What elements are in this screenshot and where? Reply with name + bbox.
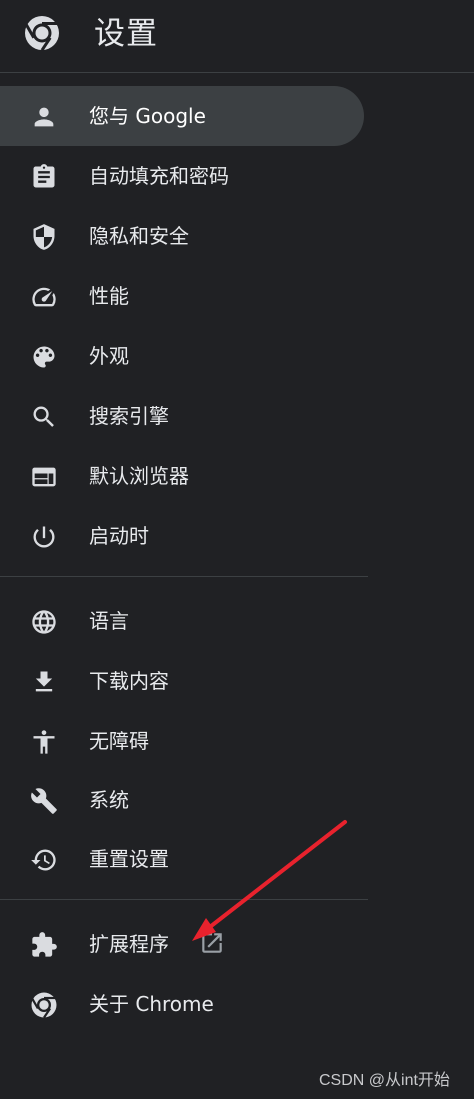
sidebar-item-label: 关于 Chrome	[89, 992, 214, 1016]
sidebar-item-label: 外观	[89, 344, 129, 368]
sidebar-item-label: 性能	[89, 284, 129, 308]
search-icon	[30, 403, 58, 431]
sidebar-item-extensions[interactable]: 扩展程序	[0, 914, 364, 974]
sidebar-item-label: 您与 Google	[89, 104, 206, 128]
power-icon	[30, 523, 58, 551]
sidebar-item-appearance[interactable]: 外观	[0, 326, 364, 386]
nav-divider	[0, 576, 368, 577]
download-icon	[30, 668, 58, 696]
clipboard-icon	[30, 163, 58, 191]
speedometer-icon	[30, 283, 58, 311]
sidebar-item-about-chrome[interactable]: 关于 Chrome	[0, 974, 364, 1034]
chrome-logo-icon	[30, 991, 58, 1019]
sidebar-item-label: 下载内容	[89, 669, 169, 693]
sidebar-item-performance[interactable]: 性能	[0, 266, 364, 326]
sidebar-item-label: 无障碍	[89, 729, 149, 753]
watermark-text: CSDN @从int开始	[319, 1072, 450, 1089]
person-icon	[30, 103, 58, 131]
sidebar-item-languages[interactable]: 语言	[0, 591, 364, 651]
nav-divider	[0, 899, 368, 900]
history-icon	[30, 846, 58, 874]
sidebar-item-system[interactable]: 系统	[0, 770, 364, 830]
sidebar-item-default-browser[interactable]: 默认浏览器	[0, 446, 364, 506]
open-in-new-icon[interactable]	[199, 930, 225, 956]
sidebar-item-autofill[interactable]: 自动填充和密码	[0, 146, 364, 206]
sidebar-item-label: 搜索引擎	[89, 404, 169, 428]
sidebar-item-search-engine[interactable]: 搜索引擎	[0, 386, 364, 446]
sidebar-item-label: 自动填充和密码	[89, 164, 229, 188]
sidebar-item-label: 扩展程序	[89, 932, 169, 956]
sidebar-item-label: 重置设置	[89, 847, 169, 871]
sidebar-item-label: 默认浏览器	[89, 464, 189, 488]
sidebar-item-label: 系统	[89, 788, 129, 812]
settings-sidebar-nav: 您与 Google 自动填充和密码 隐私和安全 性能 外观 搜索引擎 默认浏览器…	[0, 0, 474, 1099]
sidebar-item-accessibility[interactable]: 无障碍	[0, 711, 364, 771]
browser-window-icon	[30, 463, 58, 491]
sidebar-item-privacy[interactable]: 隐私和安全	[0, 206, 364, 266]
sidebar-item-reset-settings[interactable]: 重置设置	[0, 829, 364, 889]
sidebar-item-label: 隐私和安全	[89, 224, 189, 248]
shield-icon	[30, 223, 58, 251]
sidebar-item-you-and-google[interactable]: 您与 Google	[0, 86, 364, 146]
wrench-icon	[30, 787, 58, 815]
accessibility-icon	[30, 728, 58, 756]
globe-icon	[30, 608, 58, 636]
sidebar-item-label: 语言	[89, 609, 129, 633]
sidebar-item-label: 启动时	[89, 524, 149, 548]
sidebar-item-downloads[interactable]: 下载内容	[0, 651, 364, 711]
puzzle-icon	[30, 931, 58, 959]
palette-icon	[30, 343, 58, 371]
sidebar-item-on-startup[interactable]: 启动时	[0, 506, 364, 566]
